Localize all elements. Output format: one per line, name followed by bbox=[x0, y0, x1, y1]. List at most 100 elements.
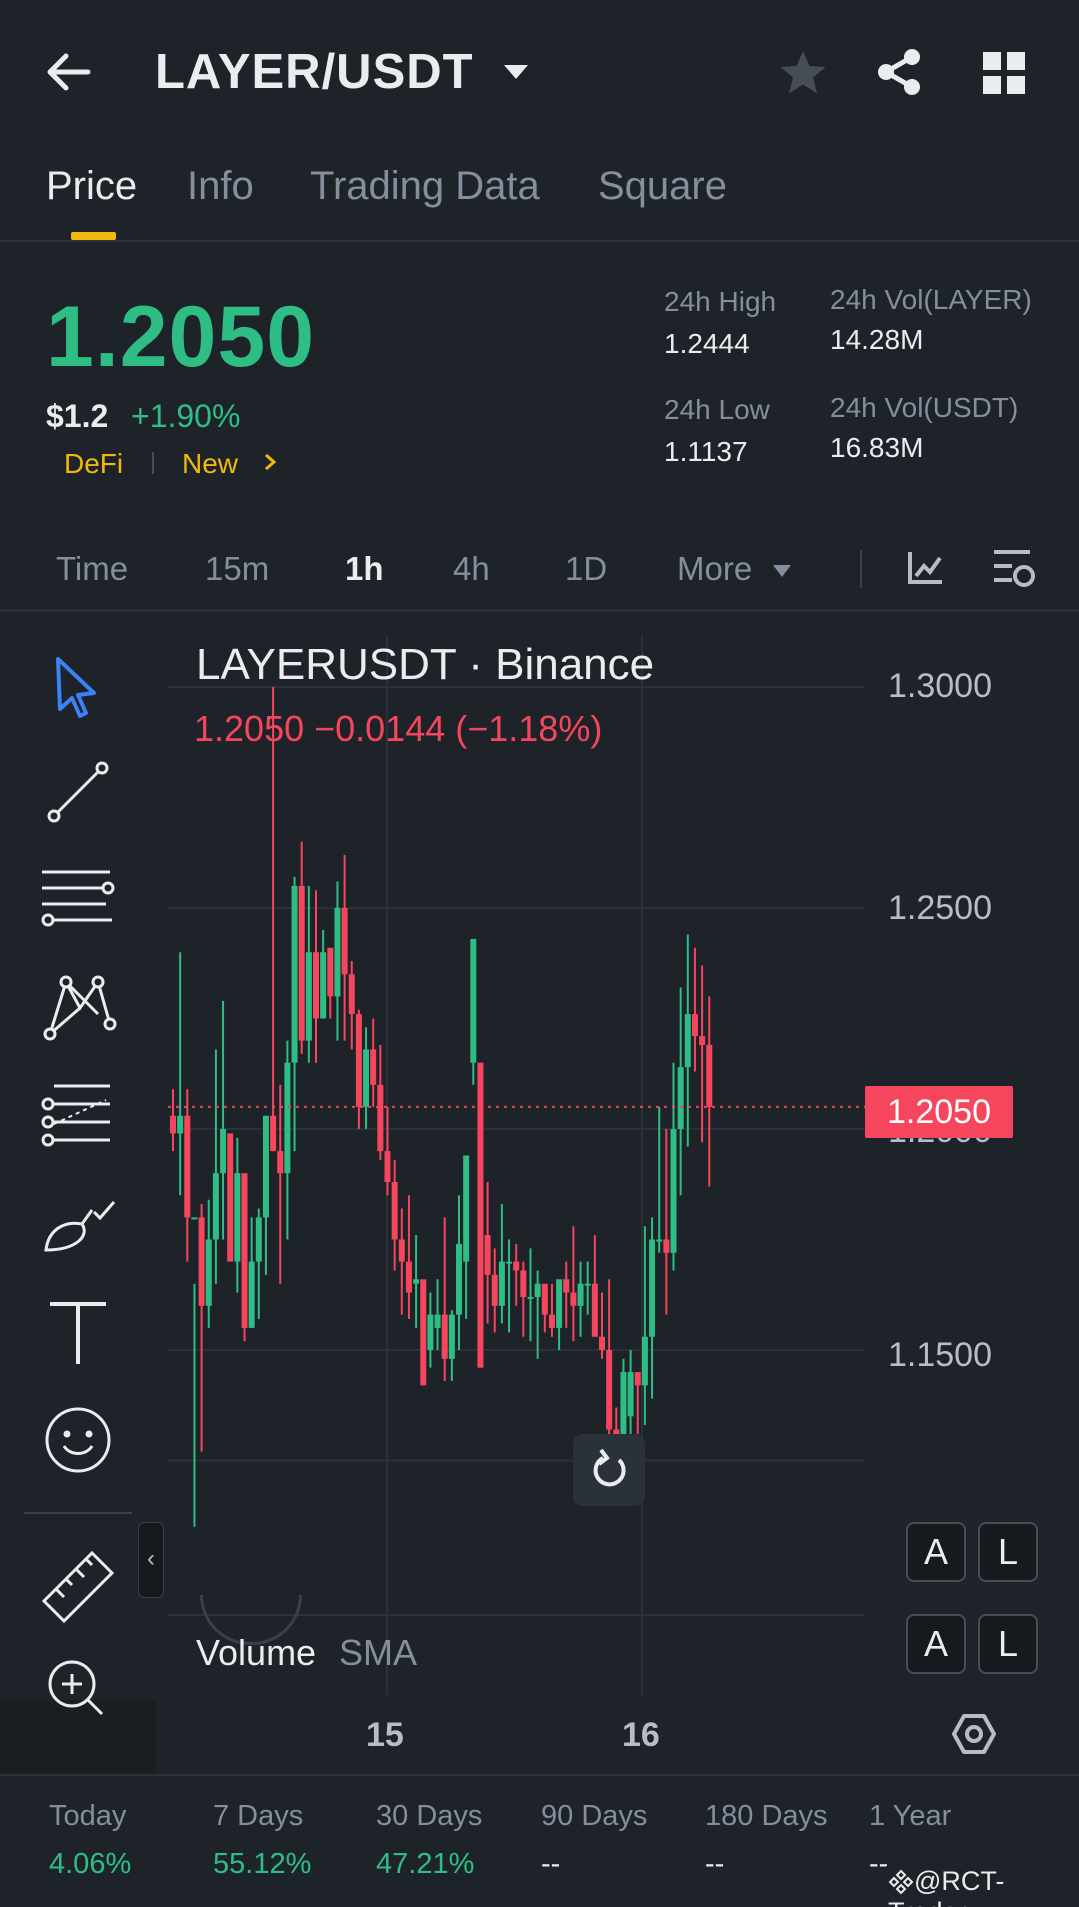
tag-divider bbox=[152, 452, 154, 474]
sma-indicator-label[interactable]: SMA bbox=[339, 1632, 417, 1674]
candle-body bbox=[305, 952, 312, 1041]
indicator-icon[interactable] bbox=[906, 548, 946, 588]
candle-body bbox=[584, 1283, 591, 1286]
candle-body bbox=[377, 1084, 384, 1152]
candle-body bbox=[541, 1283, 548, 1315]
candle-body bbox=[591, 1283, 598, 1337]
tag-new[interactable]: New bbox=[182, 448, 238, 480]
volume-auto-scale-button[interactable]: A bbox=[906, 1614, 966, 1674]
interval-1h[interactable]: 1h bbox=[345, 550, 384, 588]
candle-body bbox=[270, 1115, 277, 1152]
candle bbox=[584, 1261, 591, 1315]
candle-body bbox=[170, 1115, 176, 1134]
candlestick-chart[interactable] bbox=[0, 615, 1079, 1770]
candle bbox=[599, 1292, 605, 1359]
candle-body bbox=[484, 1235, 491, 1275]
candle bbox=[477, 1062, 484, 1368]
volume-indicator-label[interactable]: Volume bbox=[196, 1632, 316, 1674]
candle bbox=[634, 1372, 641, 1434]
pair-title[interactable]: LAYER/USDT bbox=[155, 44, 474, 100]
last-price: 1.2050 bbox=[46, 289, 316, 385]
log-scale-button[interactable]: L bbox=[978, 1522, 1038, 1582]
reset-chart-button[interactable] bbox=[573, 1434, 645, 1506]
candle bbox=[220, 1000, 227, 1240]
back-button[interactable] bbox=[42, 46, 102, 98]
high-label: 24h High bbox=[664, 286, 777, 317]
candle-body bbox=[255, 1217, 262, 1262]
tab-square[interactable]: Square bbox=[598, 164, 727, 209]
candle bbox=[177, 952, 184, 1196]
candle-body bbox=[491, 1274, 498, 1306]
candle bbox=[506, 1239, 513, 1333]
caret-down-icon[interactable] bbox=[502, 62, 530, 82]
auto-scale-button[interactable]: A bbox=[906, 1522, 966, 1582]
candle bbox=[270, 687, 277, 1152]
candle-body bbox=[348, 974, 355, 1015]
tab-trading-data[interactable]: Trading Data bbox=[310, 164, 540, 209]
candle bbox=[398, 1208, 405, 1315]
candle-body bbox=[599, 1336, 605, 1350]
candle bbox=[699, 965, 706, 1143]
tab-price[interactable]: Price bbox=[46, 164, 137, 209]
tab-info[interactable]: Info bbox=[187, 164, 254, 209]
watermark: @RCT-Trader bbox=[886, 1866, 1079, 1907]
interval-15m[interactable]: 15m bbox=[205, 550, 269, 588]
grid-icon[interactable] bbox=[983, 52, 1025, 94]
candle-body bbox=[241, 1173, 248, 1328]
candle-body bbox=[391, 1182, 398, 1240]
candle-body bbox=[663, 1239, 670, 1253]
perf-label-7d: 7 Days bbox=[213, 1800, 304, 1832]
candle-body bbox=[520, 1270, 527, 1297]
perf-label-180d: 180 Days bbox=[705, 1800, 828, 1832]
chart-ohlc-readout: 1.2050 −0.0144 (−1.18%) bbox=[194, 708, 603, 749]
binance-logo-icon bbox=[888, 1869, 914, 1895]
candle bbox=[520, 1261, 527, 1337]
interval-more[interactable]: More bbox=[677, 550, 752, 588]
perf-value-7d: 55.12% bbox=[213, 1848, 312, 1880]
candle-body bbox=[498, 1261, 505, 1306]
candle-body bbox=[548, 1314, 555, 1328]
candle bbox=[227, 1133, 234, 1262]
top-bar: LAYER/USDT bbox=[0, 0, 1079, 150]
candle bbox=[234, 1137, 241, 1293]
chevron-right-icon[interactable] bbox=[263, 452, 277, 472]
candle bbox=[684, 934, 691, 1147]
share-icon[interactable] bbox=[875, 48, 923, 96]
candle bbox=[413, 1235, 420, 1328]
candle-body bbox=[220, 1129, 227, 1174]
caret-down-icon[interactable] bbox=[772, 564, 792, 578]
candle-body bbox=[363, 1049, 370, 1107]
interval-time[interactable]: Time bbox=[56, 550, 128, 588]
candle bbox=[434, 1279, 441, 1350]
candle bbox=[255, 1208, 262, 1320]
candle-body bbox=[699, 1036, 706, 1046]
star-icon[interactable] bbox=[776, 48, 830, 98]
y-tick-label: 1.2500 bbox=[888, 889, 992, 927]
candle bbox=[513, 1243, 520, 1306]
candle-body bbox=[649, 1239, 656, 1337]
volume-log-scale-button[interactable]: L bbox=[978, 1614, 1038, 1674]
candle-body bbox=[691, 1014, 698, 1037]
candle-body bbox=[291, 885, 298, 1063]
perf-value-30d: 47.21% bbox=[376, 1848, 475, 1880]
candle-body bbox=[427, 1314, 434, 1350]
chart-settings-icon[interactable] bbox=[990, 546, 1038, 590]
candle bbox=[556, 1279, 563, 1350]
candle-body bbox=[320, 952, 327, 1019]
price-change-percent: +1.90% bbox=[131, 398, 241, 434]
chart-gear-icon[interactable] bbox=[950, 1712, 998, 1756]
interval-4h[interactable]: 4h bbox=[453, 550, 490, 588]
candle bbox=[570, 1226, 577, 1342]
candle bbox=[541, 1283, 548, 1333]
candle-body bbox=[441, 1314, 448, 1359]
candle bbox=[420, 1279, 427, 1386]
candle bbox=[463, 1155, 470, 1320]
tag-defi[interactable]: DeFi bbox=[64, 448, 123, 480]
candle bbox=[606, 1279, 613, 1448]
candle bbox=[305, 885, 312, 1063]
candle bbox=[212, 1049, 219, 1284]
x-tick-label: 16 bbox=[622, 1716, 660, 1754]
candle-body bbox=[405, 1261, 412, 1293]
interval-1d[interactable]: 1D bbox=[565, 550, 607, 588]
candle-body bbox=[298, 885, 305, 1041]
